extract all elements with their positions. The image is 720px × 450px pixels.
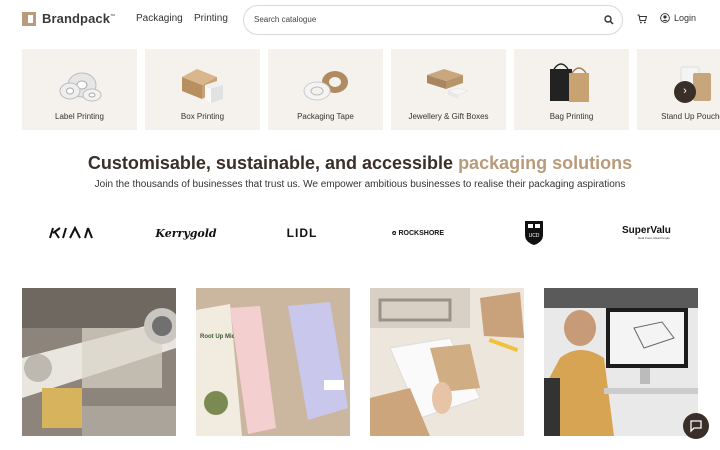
kia-logo [49, 226, 93, 239]
login-label: Login [674, 13, 697, 23]
chevron-right-icon: › [683, 85, 687, 97]
chat-icon [690, 420, 702, 433]
category-card-box-printing[interactable]: Box Printing [145, 49, 260, 130]
ucd-text: UCD [529, 233, 540, 239]
headline-main: Customisable, sustainable, and accessibl… [87, 153, 459, 173]
photo-designer-at-desk[interactable] [544, 288, 698, 436]
category-label: Jewellery & Gift Boxes [408, 112, 489, 121]
search-input[interactable]: Search catalogue [254, 15, 316, 24]
carousel-next-button[interactable]: › [674, 81, 696, 103]
search-bar[interactable]: Search catalogue [243, 5, 623, 35]
chat-button[interactable] [683, 413, 709, 439]
logo-trademark: ™ [110, 13, 116, 20]
logo-text: Brandpack [42, 11, 111, 26]
brand-logo-supervalu: SuperValu Real Food, Real People [622, 220, 678, 246]
cart-icon[interactable] [637, 14, 647, 24]
brand-logo-kerrygold: Kerrygold [155, 226, 217, 240]
brand-logo-rockshore: ROCKSHORE [392, 220, 444, 246]
rockshore-text: ROCKSHORE [398, 229, 444, 237]
supervalu-text: SuperValu [622, 225, 671, 236]
brandpack-logo-icon [22, 11, 36, 26]
search-icon[interactable] [604, 15, 614, 25]
site-header: Brandpack™ Packaging Printing Search cat… [0, 0, 720, 40]
brandpack-logo[interactable]: Brandpack™ [22, 11, 115, 26]
ucd-crest-icon: UCD [525, 221, 543, 245]
headline-accent: packaging solutions [458, 153, 633, 173]
supervalu-tagline: Real Food, Real People [638, 236, 670, 240]
designer-at-desk-image [544, 288, 698, 436]
bags-image [550, 63, 589, 102]
brand-logo-lidl: LIDL [286, 226, 318, 240]
user-icon [660, 13, 670, 23]
printing-machine-image [22, 288, 176, 436]
category-card-label-printing[interactable]: Label Printing [22, 49, 137, 130]
nav-printing[interactable]: Printing [194, 13, 228, 24]
photo-printed-boxes[interactable]: Root Up Microgreens [196, 288, 350, 436]
rockshore-mark-icon [392, 230, 397, 236]
brand-logo-ucd: UCD [522, 220, 546, 246]
photo-packaging-design[interactable] [370, 288, 524, 436]
hero-headline: Customisable, sustainable, and accessibl… [0, 153, 720, 174]
category-label: Label Printing [55, 112, 104, 121]
packaging-design-image [370, 288, 524, 436]
category-card-bag-printing[interactable]: Bag Printing [514, 49, 629, 130]
category-label: Stand Up Pouches [661, 112, 720, 121]
photo-printing-machine[interactable] [22, 288, 176, 436]
nav-packaging[interactable]: Packaging [136, 13, 183, 24]
login-button[interactable]: Login [660, 13, 696, 23]
hero-subline: Join the thousands of businesses that tr… [94, 179, 626, 190]
gift-boxes-image [427, 69, 469, 99]
category-label: Bag Printing [549, 112, 594, 121]
printed-boxes-image: Root Up Microgreens [196, 288, 350, 436]
category-label: Packaging Tape [297, 112, 354, 121]
label-rolls-image [59, 72, 102, 102]
brand-logo-kia [46, 220, 96, 246]
boxes-image [182, 69, 223, 103]
category-card-jewellery-gift-boxes[interactable]: Jewellery & Gift Boxes [391, 49, 506, 130]
category-label: Box Printing [180, 112, 225, 121]
category-card-packaging-tape[interactable]: Packaging Tape [268, 49, 383, 130]
tape-rolls-image [303, 71, 348, 101]
